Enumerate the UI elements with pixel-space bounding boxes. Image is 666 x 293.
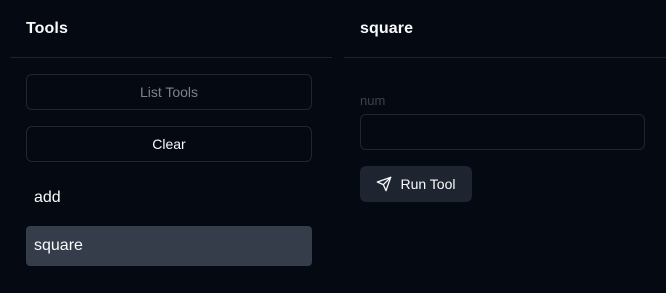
tool-detail-title: square (360, 20, 414, 37)
tool-detail-panel: square num Run Tool (344, 0, 666, 293)
tools-panel-divider (10, 57, 332, 58)
num-field-label: num (360, 93, 386, 108)
run-tool-button[interactable]: Run Tool (360, 166, 472, 202)
tool-detail-divider (344, 57, 666, 58)
send-icon (376, 176, 392, 192)
tool-item-square[interactable]: square (26, 226, 312, 266)
app-root: Tools List Tools Clear add square square… (0, 0, 666, 293)
tools-panel: Tools List Tools Clear add square (10, 0, 332, 293)
tools-panel-title: Tools (26, 20, 68, 37)
run-tool-label: Run Tool (400, 176, 456, 192)
clear-button[interactable]: Clear (26, 126, 312, 162)
tool-item-add[interactable]: add (26, 178, 312, 218)
num-input[interactable] (360, 114, 645, 150)
list-tools-button[interactable]: List Tools (26, 74, 312, 110)
